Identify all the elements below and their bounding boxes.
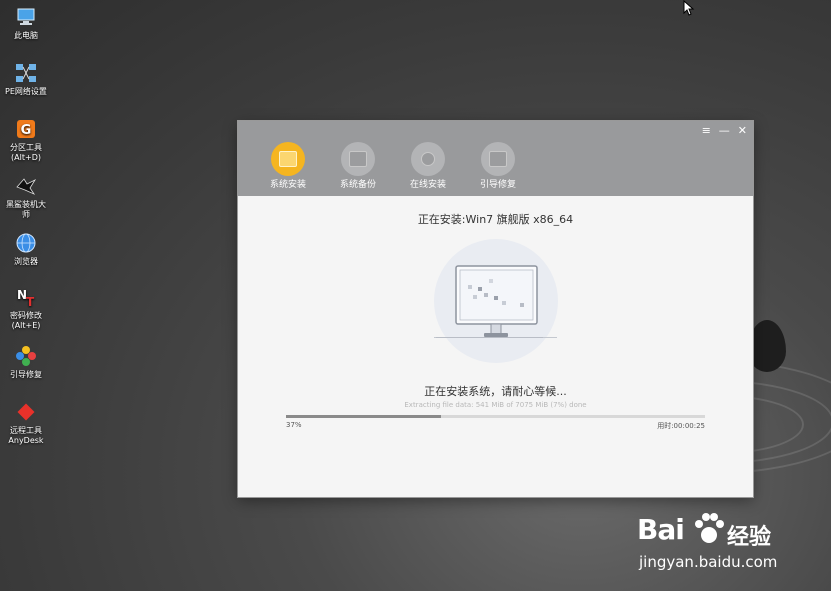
install-icon — [271, 142, 305, 176]
baseline-decoration — [543, 337, 557, 338]
desktop-icon-label: 黑鲨装机大 师 — [6, 200, 46, 219]
desktop-icon-password[interactable]: N T 密码修改 (Alt+E) — [0, 286, 52, 331]
backup-icon — [341, 142, 375, 176]
boot-repair-icon — [16, 346, 36, 366]
tab-label: 系统备份 — [339, 180, 376, 190]
progress-fill — [286, 415, 442, 418]
desktop-icon-label: PE网络设置 — [5, 87, 47, 96]
desktop-icon-label: 浏览器 — [14, 257, 38, 266]
tab-online-install[interactable]: 在线安装 — [393, 142, 463, 191]
install-title: 正在安装:Win7 旗舰版 x86_64 — [417, 213, 574, 226]
minimize-icon[interactable]: — — [719, 125, 730, 137]
close-icon[interactable]: ✕ — [738, 125, 747, 137]
online-install-icon — [411, 142, 445, 176]
monitor-icon — [455, 265, 538, 337]
tab-bar: 系统安装 系统备份 在线安装 引导修复 — [253, 142, 533, 191]
desktop-icon-label: 此电脑 — [14, 31, 38, 40]
watermark-url: jingyan.baidu.com — [639, 553, 778, 571]
desktop-icon-blackshark[interactable]: 黑鲨装机大 师 — [0, 175, 52, 220]
desktop-icon-label: 远程工具 AnyDesk — [8, 426, 44, 445]
password-icon: N T — [17, 288, 35, 308]
tab-label: 系统安装 — [269, 180, 306, 190]
watermark-brand: Bai — [637, 513, 685, 546]
tab-label: 在线安装 — [409, 180, 446, 190]
svg-text:G: G — [21, 123, 32, 138]
tab-system-backup[interactable]: 系统备份 — [323, 142, 393, 191]
tab-label: 引导修复 — [479, 180, 516, 190]
watermark-brand-suffix: 经验 — [727, 525, 772, 550]
window-header: ≡ — ✕ 系统安装 系统备份 在线安装 引导修复 — [238, 121, 753, 196]
desktop-icon-computer[interactable]: 此电脑 — [0, 6, 52, 41]
baseline-decoration — [436, 337, 556, 338]
progress-bar — [286, 415, 705, 418]
cursor-icon — [683, 0, 695, 16]
tab-system-install[interactable]: 系统安装 — [253, 142, 323, 191]
monitor-illustration — [434, 239, 558, 363]
baidu-watermark: Bai 经验 jingyan.baidu.com — [635, 505, 825, 585]
desktop-icon-boot-repair[interactable]: 引导修复 — [0, 345, 52, 380]
desktop-icon-browser[interactable]: 浏览器 — [0, 232, 52, 267]
menu-icon[interactable]: ≡ — [702, 125, 711, 137]
progress-percent: 37% — [286, 421, 302, 429]
status-text: 正在安装系统，请耐心等候... — [424, 385, 567, 398]
svg-text:T: T — [26, 295, 35, 308]
desktop-icon-anydesk[interactable]: 远程工具 AnyDesk — [0, 401, 52, 446]
desktop-icon-label: 密码修改 (Alt+E) — [10, 311, 42, 330]
partition-tool-icon: G — [17, 120, 35, 138]
anydesk-icon — [17, 403, 35, 421]
detail-text: Extracting file data: 541 MiB of 7075 Mi… — [404, 401, 587, 409]
desktop-icon-label: 分区工具 (Alt+D) — [10, 143, 42, 162]
wallpaper-drop — [748, 320, 786, 372]
desktop-icon-partition-tool[interactable]: G 分区工具 (Alt+D) — [0, 118, 52, 163]
tab-boot-repair[interactable]: 引导修复 — [463, 142, 533, 191]
elapsed-time: 用时:00:00:25 — [657, 422, 705, 430]
paw-icon — [695, 513, 724, 543]
window-controls: ≡ — ✕ — [702, 125, 747, 137]
browser-icon — [16, 233, 36, 253]
computer-icon — [17, 8, 35, 25]
window-body: 正在安装:Win7 旗舰版 x86_64 正在安装系统，请耐心等候... Ext… — [238, 196, 753, 497]
boot-repair-tab-icon — [481, 142, 515, 176]
blackshark-icon — [16, 178, 37, 195]
network-icon — [16, 64, 36, 82]
installer-window: ≡ — ✕ 系统安装 系统备份 在线安装 引导修复 正在安装:Win7 旗舰版 … — [238, 121, 753, 497]
desktop-icon-label: 引导修复 — [10, 370, 42, 379]
desktop-icon-network[interactable]: PE网络设置 — [0, 62, 52, 97]
